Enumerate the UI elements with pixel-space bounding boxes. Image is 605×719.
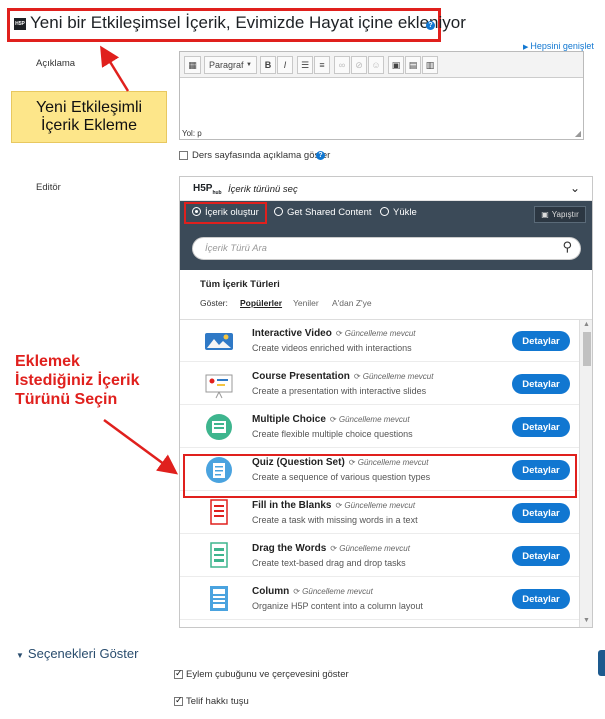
- chevron-down-icon: ▼: [16, 651, 24, 660]
- options-section-header[interactable]: ▼ Seçenekleri Göster: [16, 646, 138, 661]
- arrow-to-quiz: [103, 418, 179, 475]
- action-bar-label: Eylem çubuğunu ve çerçevesini göster: [186, 669, 349, 680]
- copyright-checkbox[interactable]: [174, 695, 183, 706]
- annotation-arrows: [100, 45, 179, 475]
- page-side-tab[interactable]: [598, 650, 605, 676]
- arrow-to-title: [100, 45, 130, 92]
- copyright-label: Telif hakkı tuşu: [186, 696, 249, 707]
- action-bar-checkbox[interactable]: [174, 668, 183, 679]
